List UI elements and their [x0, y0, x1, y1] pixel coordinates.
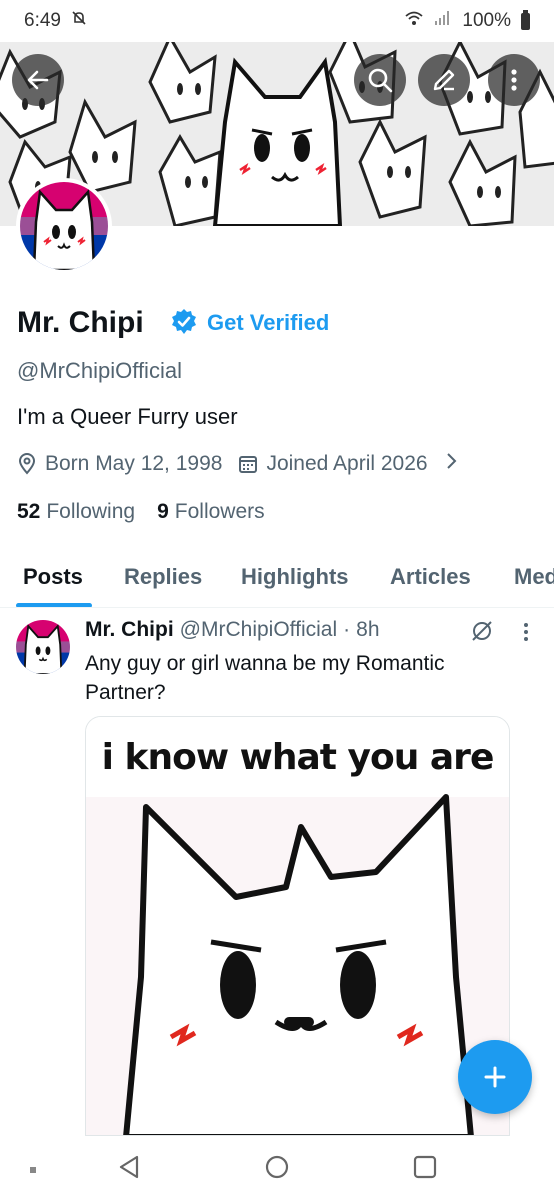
search-icon: [368, 68, 393, 93]
tab-replies[interactable]: Replies: [124, 564, 202, 590]
plus-icon: [484, 1066, 506, 1088]
search-button[interactable]: [354, 54, 406, 106]
post-text: Any guy or girl wanna be my Romantic Par…: [85, 652, 445, 704]
grok-icon[interactable]: [470, 619, 494, 648]
post-header: Mr. Chipi @MrChipiOfficial · 8h: [85, 618, 380, 642]
edit-button[interactable]: [418, 54, 470, 106]
post-avatar-image: [16, 620, 70, 674]
avatar-image: [20, 182, 108, 270]
nav-back-icon[interactable]: [117, 1154, 141, 1185]
active-tab-indicator: [16, 603, 92, 607]
system-nav-bar: [0, 1136, 554, 1200]
status-bar: 6:49 100%: [0, 0, 554, 42]
birth-date: Born May 12, 1998: [45, 452, 223, 475]
verified-badge-icon[interactable]: [170, 308, 198, 341]
wifi-icon: [404, 10, 424, 32]
profile-tabs: Posts Replies Highlights Articles Media: [0, 548, 554, 608]
following-count[interactable]: 52: [17, 500, 40, 524]
location-icon: [17, 453, 37, 475]
battery-percent: 100%: [462, 10, 511, 31]
followers-label[interactable]: Followers: [175, 500, 265, 524]
display-name: Mr. Chipi: [17, 306, 144, 339]
following-label[interactable]: Following: [46, 500, 135, 524]
get-verified-link[interactable]: Get Verified: [207, 310, 329, 336]
nav-dot-icon: [28, 1162, 38, 1180]
nav-home-icon[interactable]: [264, 1154, 290, 1185]
more-vertical-icon: [511, 69, 517, 91]
tab-posts[interactable]: Posts: [23, 564, 83, 590]
compose-post-button[interactable]: [458, 1040, 532, 1114]
tab-highlights[interactable]: Highlights: [241, 564, 349, 590]
followers-count[interactable]: 9: [157, 500, 169, 524]
post-image[interactable]: i know what you are: [85, 716, 510, 1136]
post-separator: ·: [343, 618, 351, 641]
join-date: Joined April 2026: [266, 452, 428, 475]
post-avatar[interactable]: [16, 620, 70, 674]
more-icon[interactable]: [520, 622, 532, 647]
post-author-handle[interactable]: @MrChipiOfficial: [180, 618, 337, 642]
edit-icon: [433, 69, 455, 91]
profile-avatar[interactable]: [16, 178, 112, 274]
tab-media[interactable]: Media: [514, 564, 554, 590]
back-arrow-icon: [27, 70, 49, 90]
nav-recents-icon[interactable]: [412, 1154, 438, 1185]
profile-meta: Born May 12, 1998 Joined April 2026: [17, 452, 458, 476]
battery-icon: [521, 9, 530, 30]
post-image-caption: i know what you are: [101, 737, 495, 778]
chevron-right-icon[interactable]: [444, 452, 458, 476]
profile-bio: I'm a Queer Furry user: [17, 404, 238, 429]
status-time: 6:49: [24, 10, 61, 31]
post-image-art: [86, 717, 509, 1135]
notification-off-icon: [71, 10, 87, 32]
tab-articles[interactable]: Articles: [390, 564, 471, 590]
follow-counts: 52 Following 9 Followers: [17, 500, 287, 524]
post-timestamp[interactable]: 8h: [356, 618, 379, 642]
profile-handle: @MrChipiOfficial: [17, 358, 182, 383]
more-options-button[interactable]: [488, 54, 540, 106]
calendar-icon: [238, 454, 258, 474]
signal-icon: [434, 10, 452, 32]
back-button[interactable]: [12, 54, 64, 106]
post-author-name[interactable]: Mr. Chipi: [85, 618, 174, 642]
